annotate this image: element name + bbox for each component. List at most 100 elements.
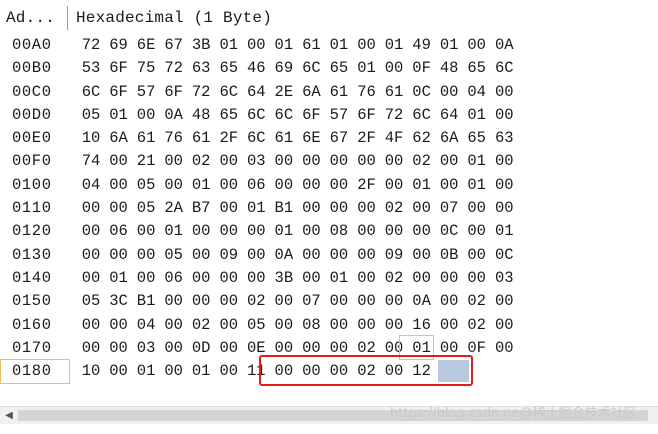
hex-byte[interactable]: 00 (188, 290, 214, 313)
hex-byte[interactable]: 62 (409, 127, 435, 150)
hex-byte[interactable]: 72 (78, 34, 104, 57)
hex-byte[interactable]: 02 (188, 314, 214, 337)
row-address[interactable]: 00B0 (12, 57, 68, 80)
hex-byte[interactable]: 00 (491, 337, 517, 360)
hex-byte[interactable]: 00 (161, 337, 187, 360)
hex-byte[interactable]: 6E (298, 127, 324, 150)
hex-viewer[interactable]: Ad... Hexadecimal (1 Byte) 00A0 72 69 6E 67 3… (0, 0, 658, 434)
hex-byte[interactable]: 00 (133, 244, 159, 267)
hex-byte[interactable]: 01 (326, 267, 352, 290)
hex-byte[interactable]: 63 (491, 127, 517, 150)
hex-byte[interactable]: 49 (409, 34, 435, 57)
hex-byte[interactable]: 00 (216, 337, 242, 360)
hex-byte[interactable]: 02 (409, 150, 435, 173)
hex-byte[interactable]: 6F (354, 104, 380, 127)
hex-byte[interactable]: 00 (161, 360, 187, 383)
hex-byte[interactable]: 65 (216, 57, 242, 80)
hex-byte[interactable]: 61 (188, 127, 214, 150)
hex-byte[interactable]: 01 (106, 267, 132, 290)
hex-byte[interactable]: 00 (491, 290, 517, 313)
hex-byte[interactable]: 0A (271, 244, 297, 267)
hex-byte[interactable]: 21 (133, 150, 159, 173)
hex-byte[interactable]: 00 (436, 290, 462, 313)
hex-byte[interactable]: 00 (354, 267, 380, 290)
hex-byte[interactable]: 00 (106, 360, 132, 383)
hex-byte[interactable]: 09 (216, 244, 242, 267)
hex-byte[interactable]: 05 (133, 174, 159, 197)
hex-byte[interactable]: 53 (78, 57, 104, 80)
hex-byte[interactable]: 00 (216, 220, 242, 243)
hex-byte[interactable]: 00 (491, 197, 517, 220)
address-column-header[interactable]: Ad... (6, 9, 55, 27)
hex-byte[interactable]: 00 (188, 267, 214, 290)
hex-byte[interactable]: 00 (106, 314, 132, 337)
hex-byte[interactable]: B1 (133, 290, 159, 313)
hex-byte[interactable]: 07 (436, 197, 462, 220)
hex-byte[interactable]: 64 (436, 104, 462, 127)
hex-byte[interactable]: 00 (326, 314, 352, 337)
hex-byte[interactable]: 76 (161, 127, 187, 150)
hex-byte[interactable]: 00 (436, 314, 462, 337)
hex-byte[interactable]: 67 (326, 127, 352, 150)
hex-byte[interactable]: 05 (78, 290, 104, 313)
hex-byte[interactable]: 63 (188, 57, 214, 80)
hex-byte[interactable]: 01 (271, 34, 297, 57)
hex-byte[interactable]: 6F (106, 81, 132, 104)
hex-byte[interactable]: 00 (326, 174, 352, 197)
hex-byte[interactable]: 00 (298, 174, 324, 197)
hex-byte[interactable]: 00 (78, 244, 104, 267)
hex-byte[interactable]: 01 (133, 360, 159, 383)
hex-byte[interactable]: 0C (436, 220, 462, 243)
hex-byte[interactable]: 00 (298, 197, 324, 220)
hex-byte[interactable]: 01 (464, 104, 490, 127)
hex-byte[interactable]: 00 (491, 81, 517, 104)
hex-byte[interactable]: 6C (78, 81, 104, 104)
hex-byte[interactable]: 00 (161, 314, 187, 337)
hex-byte[interactable]: 00 (78, 314, 104, 337)
hex-byte[interactable]: 10 (78, 127, 104, 150)
hex-byte[interactable]: 00 (381, 314, 407, 337)
hex-byte[interactable]: 00 (354, 314, 380, 337)
hex-byte[interactable]: 0F (409, 57, 435, 80)
hex-byte[interactable]: 0D (188, 337, 214, 360)
hex-byte[interactable]: 01 (106, 104, 132, 127)
row-address[interactable]: 0150 (12, 290, 68, 313)
hex-byte[interactable]: 6A (436, 127, 462, 150)
hex-byte[interactable]: 02 (188, 150, 214, 173)
hex-byte[interactable]: 65 (464, 57, 490, 80)
hex-byte[interactable]: 0A (409, 290, 435, 313)
hex-byte[interactable]: 76 (354, 81, 380, 104)
hex-byte[interactable]: 00 (216, 197, 242, 220)
hex-byte[interactable]: 00 (216, 314, 242, 337)
hex-byte[interactable]: 61 (326, 81, 352, 104)
hex-byte[interactable]: 00 (354, 197, 380, 220)
hex-byte[interactable]: 67 (161, 34, 187, 57)
hex-byte[interactable]: 0C (491, 244, 517, 267)
hex-byte[interactable]: 01 (381, 34, 407, 57)
hex-byte[interactable]: 69 (271, 57, 297, 80)
hex-byte[interactable]: 6C (243, 104, 269, 127)
hex-byte[interactable]: 00 (161, 150, 187, 173)
column-separator[interactable] (67, 6, 68, 30)
hex-byte[interactable]: 06 (243, 174, 269, 197)
hex-byte[interactable]: 10 (78, 360, 104, 383)
hex-byte[interactable]: 57 (326, 104, 352, 127)
hex-byte[interactable]: 6A (106, 127, 132, 150)
hex-byte[interactable]: 00 (409, 244, 435, 267)
hex-byte[interactable]: 00 (298, 150, 324, 173)
hex-byte[interactable]: 0C (409, 81, 435, 104)
hex-byte[interactable]: 75 (133, 57, 159, 80)
row-address[interactable]: 00A0 (12, 34, 68, 57)
hex-byte[interactable]: 00 (216, 150, 242, 173)
hex-byte[interactable]: 61 (133, 127, 159, 150)
hex-byte[interactable]: 6F (106, 57, 132, 80)
hex-byte[interactable]: 00 (436, 150, 462, 173)
row-address[interactable]: 0110 (12, 197, 68, 220)
hex-byte[interactable]: 02 (381, 267, 407, 290)
hex-byte[interactable]: 00 (464, 267, 490, 290)
hex-byte[interactable]: 01 (243, 197, 269, 220)
hex-byte[interactable]: 01 (216, 34, 242, 57)
hex-byte[interactable]: 72 (381, 104, 407, 127)
hex-byte[interactable]: 00 (354, 290, 380, 313)
hex-byte[interactable]: 00 (326, 197, 352, 220)
